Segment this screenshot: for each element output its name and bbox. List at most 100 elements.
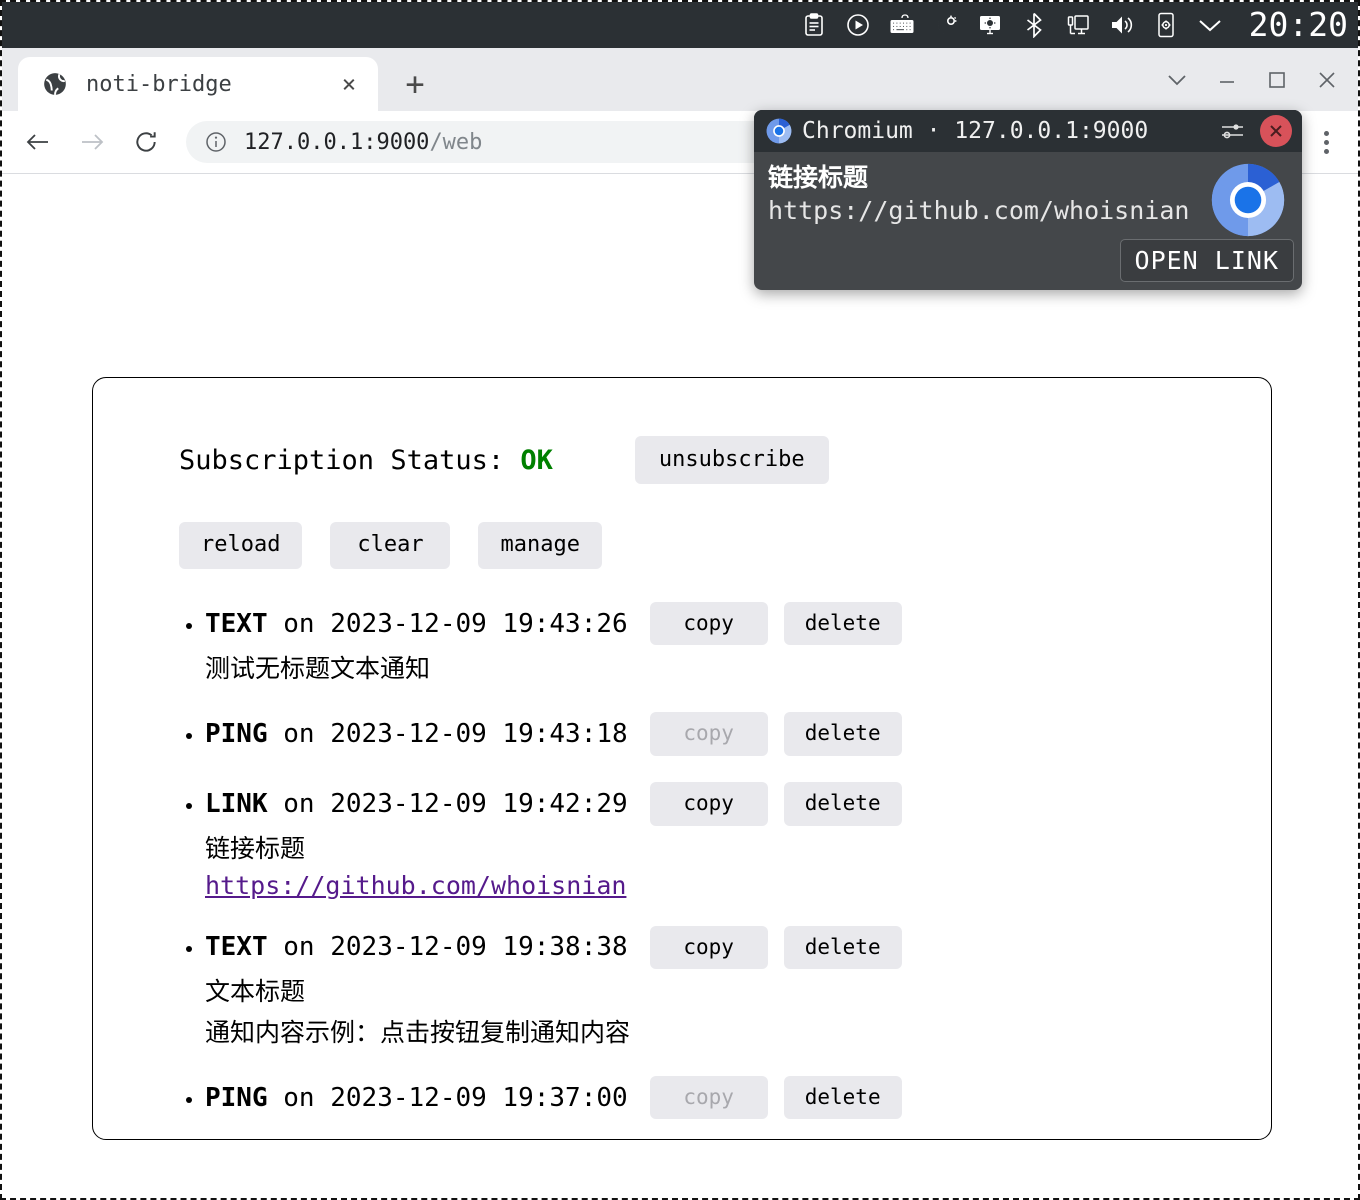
- chromium-logo-icon: [1210, 162, 1286, 238]
- maximize-icon[interactable]: [1252, 55, 1302, 105]
- notification-meta: TEXT on 2023-12-09 19:38:38: [205, 932, 628, 962]
- notification-meta: PING on 2023-12-09 19:37:00: [205, 1083, 628, 1113]
- notification-on: on: [267, 1082, 331, 1113]
- system-tray-bar: 20:20: [2, 2, 1358, 48]
- subscription-status-text: Subscription Status: OK: [179, 445, 553, 476]
- screenshot-frame: 20:20 noti-bridge × + 127.0.0.1:9000/web…: [0, 0, 1360, 1200]
- notification-type: LINK: [205, 789, 268, 820]
- notification-timestamp: 2023-12-09 19:43:26: [330, 608, 628, 639]
- notification-list: TEXT on 2023-12-09 19:43:26 copy delete …: [205, 601, 1231, 1121]
- unsubscribe-button[interactable]: unsubscribe: [634, 436, 829, 485]
- minimize-icon[interactable]: [1202, 55, 1252, 105]
- forward-arrow-icon[interactable]: [72, 122, 112, 162]
- url-text: 127.0.0.1:9000/web: [244, 130, 482, 155]
- notification-header: PING on 2023-12-09 19:43:18 copy delete: [205, 711, 1231, 757]
- list-item: PING on 2023-12-09 19:43:18 copy delete: [205, 711, 1231, 757]
- action-buttons-row: reload clear manage: [179, 522, 1231, 569]
- notification-header: TEXT on 2023-12-09 19:38:38 copy delete: [205, 924, 1231, 970]
- tab-title: noti-bridge: [86, 71, 232, 97]
- new-tab-button[interactable]: +: [394, 63, 436, 105]
- reload-button[interactable]: reload: [179, 522, 303, 569]
- status-badge: OK: [520, 444, 553, 476]
- window-controls: [1152, 48, 1358, 111]
- notification-app-title: Chromium · 127.0.0.1:9000: [802, 118, 1149, 144]
- manage-button[interactable]: manage: [478, 522, 602, 569]
- notification-timestamp: 2023-12-09 19:43:18: [330, 719, 628, 750]
- tab-strip: noti-bridge × +: [2, 48, 1358, 111]
- three-dots-icon[interactable]: [1304, 120, 1348, 164]
- notification-on: on: [267, 719, 331, 750]
- copy-button[interactable]: copy: [649, 925, 768, 969]
- delete-button[interactable]: delete: [783, 925, 902, 969]
- display-brightness-icon[interactable]: [977, 12, 1003, 38]
- system-clock: 20:20: [1248, 4, 1348, 44]
- noti-bridge-card: Subscription Status: OK unsubscribe relo…: [92, 377, 1272, 1140]
- notification-body: 测试无标题文本通知: [205, 653, 431, 683]
- url-path: /web: [429, 129, 483, 155]
- notification-on: on: [267, 789, 331, 820]
- close-icon[interactable]: [1302, 55, 1352, 105]
- notification-meta: PING on 2023-12-09 19:43:18: [205, 719, 628, 749]
- notification-timestamp: 2023-12-09 19:42:29: [330, 789, 628, 820]
- keyboard-icon[interactable]: [889, 12, 915, 38]
- sliders-icon[interactable]: [1216, 114, 1250, 148]
- notification-type: PING: [205, 719, 268, 750]
- clipboard-icon[interactable]: [801, 12, 827, 38]
- notification-body: 通知内容示例：点击按钮复制通知内容: [205, 1017, 631, 1047]
- browser-tab[interactable]: noti-bridge ×: [18, 57, 378, 111]
- clear-button[interactable]: clear: [330, 522, 451, 569]
- open-link-button[interactable]: OPEN LINK: [1119, 239, 1294, 282]
- copy-button: copy: [649, 1076, 768, 1120]
- notification-on: on: [267, 932, 331, 963]
- close-circle-icon[interactable]: [1260, 115, 1292, 147]
- copy-button: copy: [649, 712, 768, 756]
- mobile-settings-icon[interactable]: [1153, 12, 1179, 38]
- subscription-status-row: Subscription Status: OK unsubscribe: [179, 436, 1231, 485]
- copy-button[interactable]: copy: [649, 602, 768, 646]
- status-label: Subscription Status:: [179, 444, 521, 476]
- notification-type: TEXT: [205, 932, 268, 963]
- notification-meta: LINK on 2023-12-09 19:42:29: [205, 789, 628, 819]
- notification-popup-header: Chromium · 127.0.0.1:9000: [754, 110, 1302, 152]
- bluetooth-icon[interactable]: [1021, 12, 1047, 38]
- notification-title-text: 链接标题: [205, 834, 306, 864]
- chevron-down-icon[interactable]: [1152, 55, 1202, 105]
- delete-button[interactable]: delete: [783, 1076, 902, 1120]
- delete-button[interactable]: delete: [783, 602, 902, 646]
- copy-button[interactable]: copy: [649, 782, 768, 826]
- globe-icon: [42, 71, 68, 97]
- notification-timestamp: 2023-12-09 19:38:38: [330, 932, 628, 963]
- notification-header: TEXT on 2023-12-09 19:43:26 copy delete: [205, 601, 1231, 647]
- list-item: PING on 2023-12-09 19:37:00 copy delete: [205, 1075, 1231, 1121]
- notification-on: on: [267, 608, 331, 639]
- night-light-icon[interactable]: [933, 12, 959, 38]
- notification-type: PING: [205, 1082, 268, 1113]
- list-item: LINK on 2023-12-09 19:42:29 copy delete …: [205, 781, 1231, 900]
- page-content: Subscription Status: OK unsubscribe relo…: [2, 174, 1358, 1196]
- notification-type: TEXT: [205, 608, 268, 639]
- media-play-icon[interactable]: [845, 12, 871, 38]
- volume-icon[interactable]: [1109, 12, 1135, 38]
- notification-link[interactable]: https://github.com/whoisnian: [205, 871, 626, 900]
- desktop-notification-popup[interactable]: Chromium · 127.0.0.1:9000 链接标题 https://g…: [754, 110, 1302, 290]
- info-circle-icon[interactable]: [204, 130, 228, 154]
- notification-popup-text: https://github.com/whoisnian: [768, 196, 1190, 226]
- notification-popup-title: 链接标题: [768, 163, 869, 192]
- tab-close-icon[interactable]: ×: [334, 69, 364, 99]
- list-item: TEXT on 2023-12-09 19:43:26 copy delete …: [205, 601, 1231, 687]
- delete-button[interactable]: delete: [783, 712, 902, 756]
- notification-header: PING on 2023-12-09 19:37:00 copy delete: [205, 1075, 1231, 1121]
- notification-title-text: 文本标题: [205, 977, 306, 1007]
- back-arrow-icon[interactable]: [18, 122, 58, 162]
- chevron-down-icon[interactable]: [1197, 12, 1223, 38]
- list-item: TEXT on 2023-12-09 19:38:38 copy delete …: [205, 924, 1231, 1051]
- delete-button[interactable]: delete: [783, 782, 902, 826]
- network-display-icon[interactable]: [1065, 12, 1091, 38]
- notification-header: LINK on 2023-12-09 19:42:29 copy delete: [205, 781, 1231, 827]
- chromium-logo-icon: [766, 118, 792, 144]
- notification-popup-body: 链接标题 https://github.com/whoisnian OPEN L…: [754, 152, 1302, 290]
- notification-meta: TEXT on 2023-12-09 19:43:26: [205, 609, 628, 639]
- url-host: 127.0.0.1:9000: [244, 129, 430, 155]
- reload-icon[interactable]: [126, 122, 166, 162]
- notification-timestamp: 2023-12-09 19:37:00: [330, 1082, 628, 1113]
